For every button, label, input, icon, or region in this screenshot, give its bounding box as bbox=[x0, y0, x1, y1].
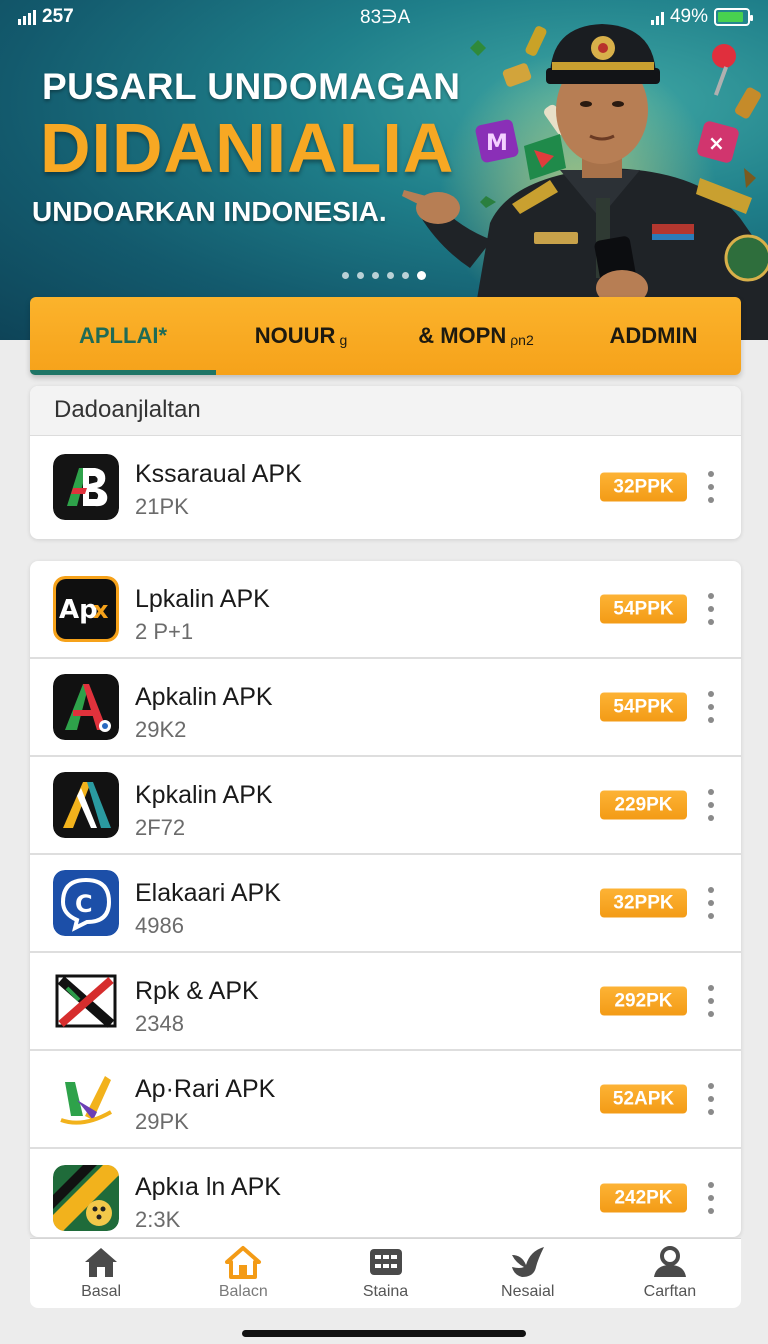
more-options-icon[interactable] bbox=[702, 885, 720, 921]
download-badge[interactable]: 32PPK bbox=[600, 888, 687, 918]
home-icon bbox=[85, 1248, 118, 1277]
app-row[interactable]: Kssaraual APK 21PK 32PPK bbox=[30, 436, 741, 538]
nav-nesaial[interactable]: Nesaial bbox=[457, 1239, 599, 1308]
officer-figure bbox=[402, 24, 768, 340]
app-name: Apkalin APK bbox=[135, 683, 273, 711]
featured-card: Dadoanjlaltan Kssaraual APK 21PK 32PPK bbox=[30, 386, 741, 539]
app-list-card: Ap x Lpkalin APK 2 P+1 54PPK Apkalin APK… bbox=[30, 561, 741, 1237]
more-options-icon[interactable] bbox=[702, 469, 720, 505]
carousel-dot[interactable] bbox=[357, 272, 364, 279]
bird-icon bbox=[511, 1247, 544, 1277]
cross-icon bbox=[53, 968, 119, 1034]
tab-label: APLLAI* bbox=[79, 323, 167, 348]
nav-label: Basal bbox=[81, 1283, 122, 1300]
letter-a-yellow-icon bbox=[53, 772, 119, 838]
hero-title: PUSARL UNDOMAGAN bbox=[42, 66, 461, 107]
check-ribbon-icon bbox=[53, 1066, 119, 1132]
app-name: Elakaari APK bbox=[135, 879, 281, 907]
app-size: 2348 bbox=[135, 1011, 184, 1036]
app-name: Lpkalin APK bbox=[135, 585, 270, 613]
app-name: Apkıa ln APK bbox=[135, 1173, 281, 1201]
tab-label: NOUUR bbox=[254, 323, 336, 348]
app-name: Kpkalin APK bbox=[135, 781, 273, 809]
more-options-icon[interactable] bbox=[702, 983, 720, 1019]
tab-nouur[interactable]: NOUUR g bbox=[216, 297, 386, 375]
app-row[interactable]: Ap x Lpkalin APK 2 P+1 54PPK bbox=[30, 561, 741, 659]
home-outline-icon bbox=[225, 1246, 262, 1279]
letter-b-icon bbox=[53, 454, 119, 520]
hero-headline: DIDANIALIA bbox=[40, 109, 455, 187]
nav-label: Balacn bbox=[218, 1283, 268, 1300]
download-badge[interactable]: 54PPK bbox=[600, 692, 687, 722]
status-left: 257 bbox=[18, 6, 74, 28]
tab-sub-label: g bbox=[339, 332, 348, 348]
apx-icon: Ap x bbox=[53, 576, 119, 642]
nav-label: Staina bbox=[362, 1283, 409, 1300]
tab-aplikasi[interactable]: APLLAI* bbox=[30, 297, 216, 375]
app-size: 2:3K bbox=[135, 1207, 181, 1232]
ball-icon bbox=[53, 1165, 119, 1231]
letter-a-icon bbox=[53, 674, 119, 740]
more-options-icon[interactable] bbox=[702, 1081, 720, 1117]
svg-text:M: M bbox=[486, 131, 508, 156]
chat-bubble-icon: C bbox=[53, 870, 119, 936]
tab-label: ADDMIN bbox=[609, 323, 698, 348]
app-row[interactable]: C Elakaari APK 4986 32PPK bbox=[30, 855, 741, 953]
download-badge[interactable]: 32PPK bbox=[600, 472, 687, 502]
app-row[interactable]: Apkalin APK 29K2 54PPK bbox=[30, 659, 741, 757]
tab-admin[interactable]: ADDMIN bbox=[566, 297, 741, 375]
nav-label: Nesaial bbox=[501, 1283, 555, 1300]
app-row[interactable]: Rpk & APK 2348 292PK bbox=[30, 953, 741, 1051]
app-size: 29PK bbox=[135, 1109, 189, 1134]
hero-banner[interactable]: 257 83∋A 49% PUSARL UNDOMAGAN DIDANIALIA… bbox=[0, 0, 768, 340]
more-options-icon[interactable] bbox=[702, 1180, 720, 1216]
signal-icon bbox=[18, 9, 36, 25]
nav-basal[interactable]: Basal bbox=[30, 1239, 172, 1308]
download-badge[interactable]: 52APK bbox=[600, 1084, 687, 1114]
app-row[interactable]: Apkıa ln APK 2:3K 242PK bbox=[30, 1149, 741, 1247]
more-options-icon[interactable] bbox=[702, 787, 720, 823]
nav-carftan[interactable]: Carftan bbox=[599, 1239, 741, 1308]
svg-text:x: x bbox=[93, 596, 109, 624]
carousel-dot[interactable] bbox=[372, 272, 379, 279]
signal-text: 257 bbox=[42, 6, 74, 27]
app-name: Kssaraual APK bbox=[135, 460, 302, 488]
hero-illustration: M × bbox=[402, 24, 768, 340]
tab-mopn[interactable]: & MOPN ρn2 bbox=[386, 297, 566, 375]
category-tabs: APLLAI* NOUUR g & MOPN ρn2 ADDMIN bbox=[30, 297, 741, 375]
carousel-dot[interactable] bbox=[387, 272, 394, 279]
hero-subtitle: UNDOARKAN INDONESIA. bbox=[32, 196, 387, 227]
app-row[interactable]: Kpkalin APK 2F72 229PK bbox=[30, 757, 741, 855]
tab-sub-label: ρn2 bbox=[510, 332, 534, 348]
nav-label: Carftan bbox=[643, 1283, 697, 1300]
download-badge[interactable]: 229PK bbox=[600, 790, 687, 820]
app-size: 29K2 bbox=[135, 717, 187, 742]
app-size: 2 P+1 bbox=[135, 619, 194, 644]
app-size: 21PK bbox=[135, 494, 189, 519]
more-options-icon[interactable] bbox=[702, 689, 720, 725]
svg-text:C: C bbox=[75, 890, 93, 918]
nav-balacn[interactable]: Balacn bbox=[172, 1239, 314, 1308]
svg-text:Ap: Ap bbox=[59, 595, 98, 625]
tab-active-indicator bbox=[30, 370, 216, 375]
carousel-dot[interactable] bbox=[342, 272, 349, 279]
bottom-navigation: Basal Balacn Staina Nesaial Carftan bbox=[30, 1238, 741, 1308]
more-options-icon[interactable] bbox=[702, 591, 720, 627]
app-size: 2F72 bbox=[135, 815, 186, 840]
grid-icon bbox=[369, 1249, 402, 1275]
download-badge[interactable]: 242PK bbox=[600, 1183, 687, 1213]
home-indicator[interactable] bbox=[242, 1330, 526, 1337]
person-icon bbox=[653, 1246, 686, 1277]
app-name: Rpk & APK bbox=[135, 977, 259, 1005]
app-size: 4986 bbox=[135, 913, 184, 938]
app-row[interactable]: Ap·Rari APK 29PK 52APK bbox=[30, 1051, 741, 1149]
download-badge[interactable]: 54PPK bbox=[600, 594, 687, 624]
app-name: Ap·Rari APK bbox=[135, 1075, 276, 1103]
download-badge[interactable]: 292PK bbox=[600, 986, 687, 1016]
nav-staina[interactable]: Staina bbox=[314, 1239, 456, 1308]
svg-text:×: × bbox=[708, 131, 725, 155]
tab-label: & MOPN bbox=[418, 323, 507, 348]
section-header: Dadoanjlaltan bbox=[30, 386, 741, 436]
